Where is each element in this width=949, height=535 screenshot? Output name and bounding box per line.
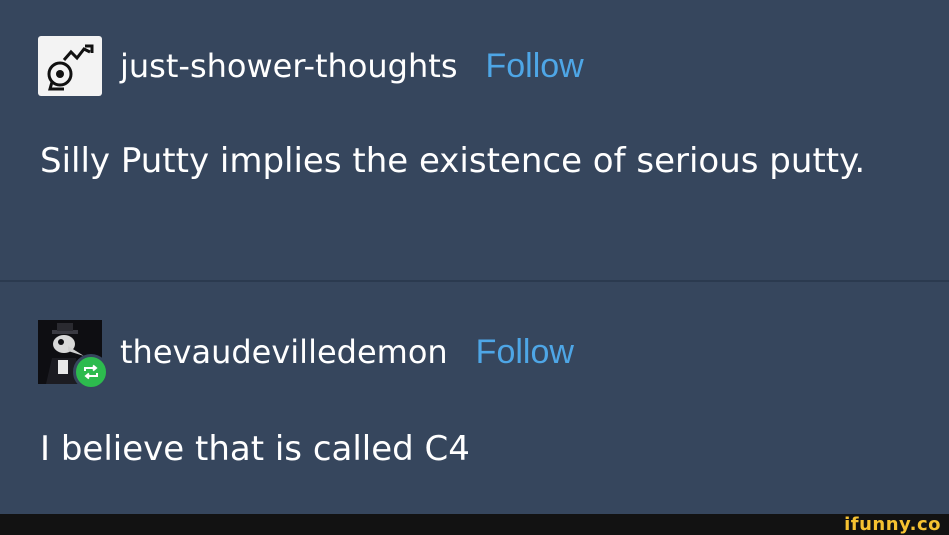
post-header: just-shower-thoughts Follow (38, 36, 584, 96)
ifunny-watermark: ifunny.co (844, 514, 941, 535)
post-body-text: I believe that is called C4 (40, 429, 470, 469)
post-original: just-shower-thoughts Follow Silly Putty … (0, 0, 949, 280)
post-reply: thevaudevilledemon Follow I believe that… (0, 282, 949, 514)
avatar[interactable] (38, 320, 109, 390)
reblog-icon (84, 364, 98, 380)
tumblr-post-screenshot: just-shower-thoughts Follow Silly Putty … (0, 0, 949, 535)
post-username[interactable]: thevaudevilledemon (120, 333, 448, 371)
brain-idea-icon (47, 44, 94, 91)
watermark-bar: ifunny.co (0, 514, 949, 535)
post-username[interactable]: just-shower-thoughts (120, 47, 457, 85)
follow-button[interactable]: Follow (476, 333, 574, 372)
reblog-badge (73, 354, 109, 390)
post-header: thevaudevilledemon Follow (38, 320, 574, 390)
avatar[interactable] (38, 36, 102, 96)
follow-button[interactable]: Follow (485, 47, 583, 86)
post-body-text: Silly Putty implies the existence of ser… (40, 141, 866, 181)
